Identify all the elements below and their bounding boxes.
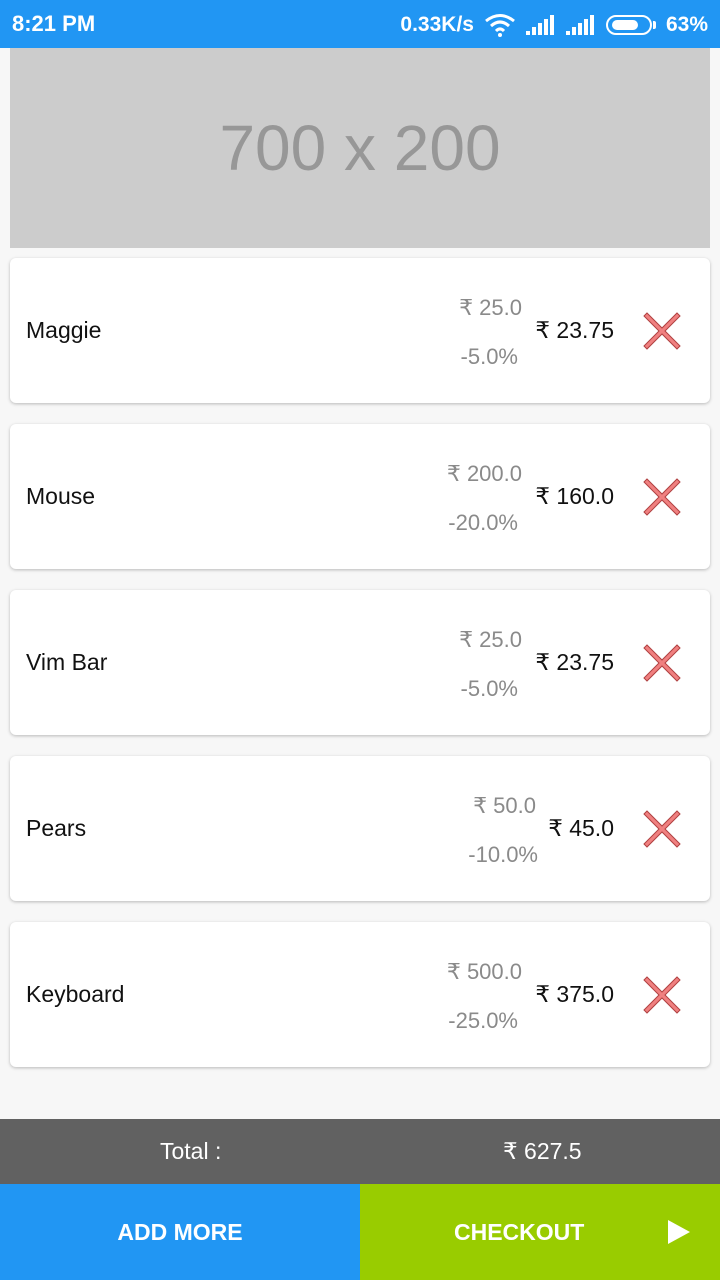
cart-list: Maggie ₹ 25.0 -5.0% ₹ 23.75 Mouse ₹ 200.… <box>10 258 710 1088</box>
battery-percent: 63% <box>665 13 708 36</box>
item-original-price: ₹ 25.0 <box>459 295 522 320</box>
item-discount: -5.0% <box>460 676 518 701</box>
total-label: Total : <box>160 1138 222 1164</box>
item-original-price: ₹ 25.0 <box>459 627 522 652</box>
item-original-price: ₹ 50.0 <box>473 793 536 818</box>
item-final-price: ₹ 160.0 <box>535 483 614 509</box>
total-value: ₹ 627.5 <box>503 1138 582 1164</box>
checkout-button[interactable]: CHECKOUT <box>360 1184 720 1280</box>
signal-icon <box>565 15 596 35</box>
remove-item-button[interactable] <box>641 974 683 1016</box>
close-icon <box>643 478 681 516</box>
item-original-price: ₹ 500.0 <box>446 959 522 984</box>
item-original-price: ₹ 200.0 <box>446 461 522 486</box>
status-bar: 8:21 PM 0.33K/s 63% <box>0 0 720 48</box>
item-name: Maggie <box>26 317 102 343</box>
close-icon <box>643 644 681 682</box>
close-icon <box>643 810 681 848</box>
remove-item-button[interactable] <box>641 476 683 518</box>
item-final-price: ₹ 375.0 <box>535 981 614 1007</box>
status-indicators: 0.33K/s 63% <box>400 11 708 39</box>
signal-icon <box>525 15 556 35</box>
remove-item-button[interactable] <box>641 808 683 850</box>
play-arrow-icon <box>668 1220 690 1244</box>
item-name: Pears <box>26 815 87 841</box>
item-name: Vim Bar <box>26 649 108 675</box>
remove-item-button[interactable] <box>641 310 683 352</box>
remove-item-button[interactable] <box>641 642 683 684</box>
item-discount: -10.0% <box>468 842 538 867</box>
cart-item: Mouse ₹ 200.0 -20.0% ₹ 160.0 <box>10 424 710 569</box>
cart-item: Keyboard ₹ 500.0 -25.0% ₹ 375.0 <box>10 922 710 1067</box>
item-final-price: ₹ 45.0 <box>548 815 614 841</box>
checkout-label: CHECKOUT <box>454 1219 585 1245</box>
item-name: Mouse <box>26 483 96 509</box>
network-speed: 0.33K/s <box>400 13 474 36</box>
item-discount: -20.0% <box>448 510 518 535</box>
cart-item: Vim Bar ₹ 25.0 -5.0% ₹ 23.75 <box>10 590 710 735</box>
item-name: Keyboard <box>26 981 125 1007</box>
add-more-button[interactable]: ADD MORE <box>0 1184 360 1280</box>
item-discount: -5.0% <box>460 344 518 369</box>
banner-text: 700 x 200 <box>219 112 501 184</box>
battery-icon <box>605 15 656 35</box>
close-icon <box>643 312 681 350</box>
close-icon <box>643 976 681 1014</box>
item-final-price: ₹ 23.75 <box>535 649 614 675</box>
item-discount: -25.0% <box>448 1008 518 1033</box>
add-more-label: ADD MORE <box>117 1218 243 1245</box>
item-final-price: ₹ 23.75 <box>535 317 614 343</box>
status-time: 8:21 PM <box>12 11 96 36</box>
cart-item: Pears ₹ 50.0 -10.0% ₹ 45.0 <box>10 756 710 901</box>
total-bar: Total : ₹ 627.5 <box>0 1119 720 1184</box>
banner-image-placeholder: 700 x 200 <box>10 48 710 248</box>
wifi-icon <box>485 14 515 37</box>
cart-item: Maggie ₹ 25.0 -5.0% ₹ 23.75 <box>10 258 710 403</box>
